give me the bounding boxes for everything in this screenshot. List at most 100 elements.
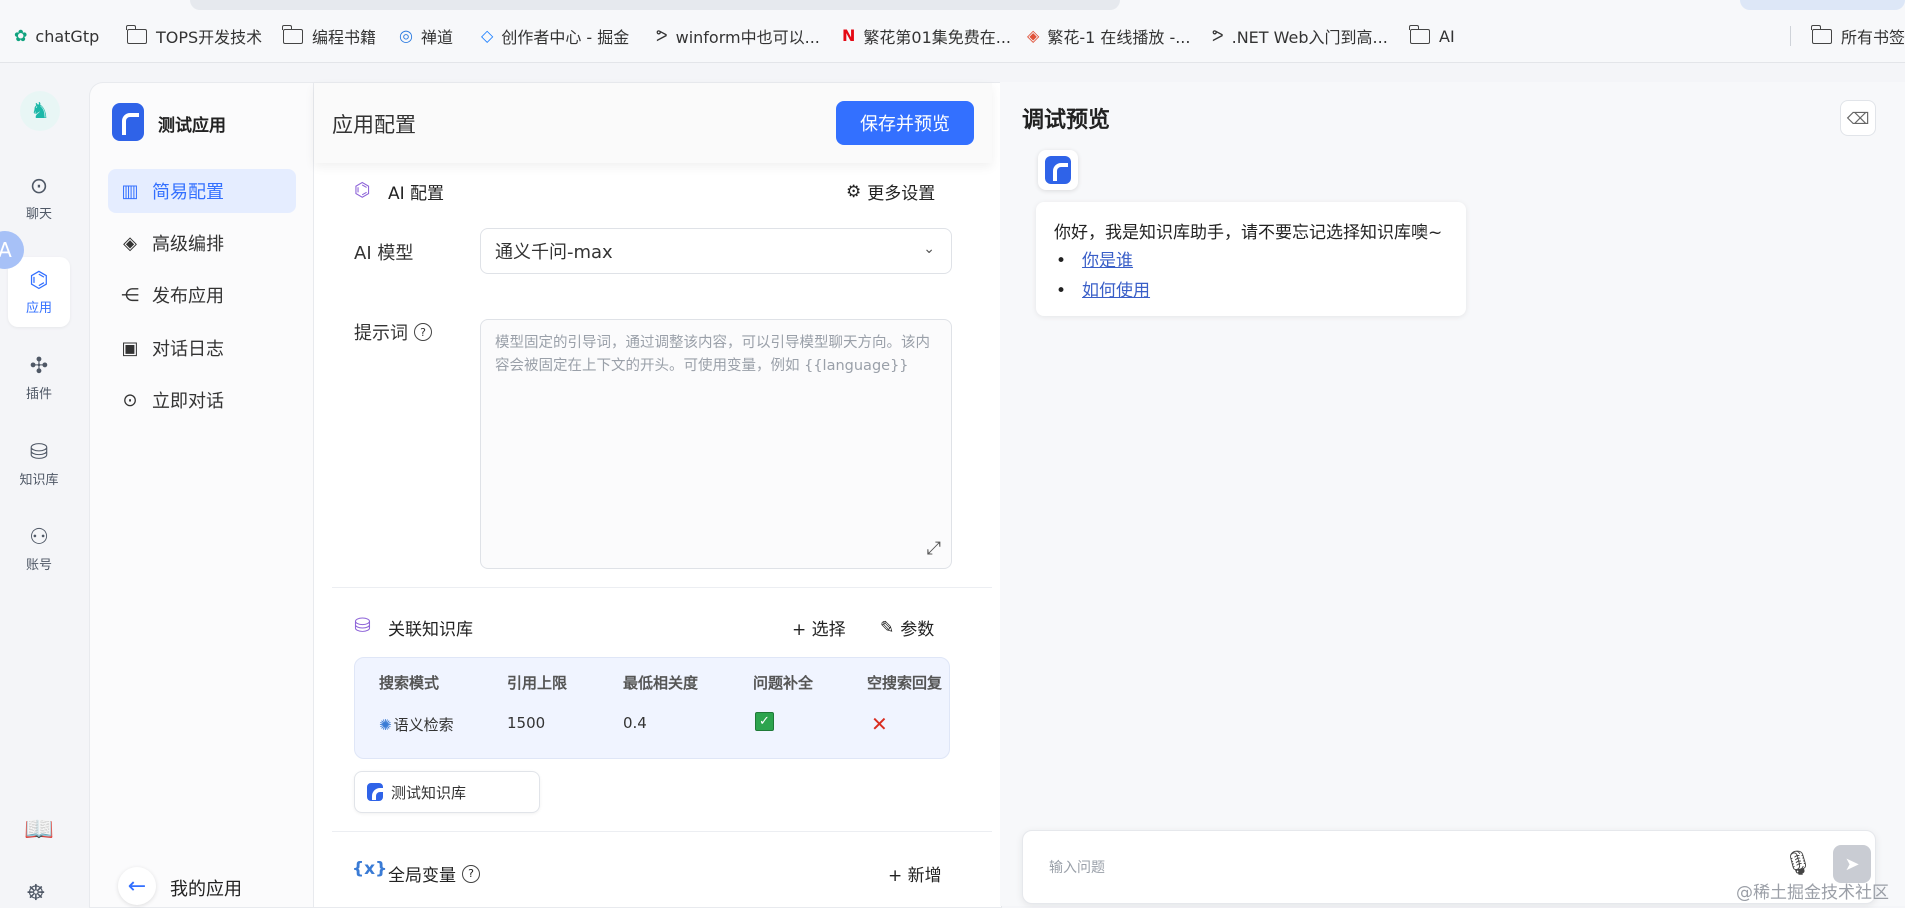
ai-model-select[interactable]: 通义千问-max ⌄ xyxy=(480,228,952,274)
suggestion-2[interactable]: • 如何使用 xyxy=(1056,276,1150,301)
add-variable-button[interactable]: + 新增 xyxy=(888,861,942,886)
config-header: 应用配置 保存并预览 xyxy=(314,83,992,163)
csdn-icon: ᕗ xyxy=(656,26,668,45)
chatgpt-icon: ✿ xyxy=(14,26,28,45)
app-logo-icon xyxy=(112,103,144,141)
bookmark-dotnet[interactable]: ᕗ .NET Web入门到高... xyxy=(1212,24,1388,48)
semantic-search-icon: ✺ xyxy=(379,715,392,734)
linked-kb-card[interactable]: 测试知识库 xyxy=(354,771,540,813)
kb-section-title: 关联知识库 xyxy=(388,620,473,640)
database-icon: ⛁ xyxy=(29,439,49,465)
chat-input-placeholder: 输入问题 xyxy=(1049,860,1105,876)
bookmark-juejin[interactable]: ◇ 创作者中心 - 掘金 xyxy=(481,24,629,48)
global-sidebar: ♞ ⊙ 聊天 ⌬ 应用 A ✣ 插件 ⛁ 知识库 ⚇ 账号 📖 ☸ xyxy=(0,63,80,906)
bookmarks-bar: ✿ chatGtp TOPS开发技术 编程书籍 ◎ 禅道 ◇ 创作者中心 - 掘… xyxy=(0,0,1905,63)
cell-quote-limit: 1500 xyxy=(507,714,546,732)
bookmark-winform[interactable]: ᕗ winform中也可以... xyxy=(656,24,820,48)
bot-avatar xyxy=(1038,150,1078,190)
robot-icon: ⌬ xyxy=(354,179,371,201)
suggestion-1[interactable]: • 你是谁 xyxy=(1056,246,1133,271)
more-settings-button[interactable]: ⚙ 更多设置 xyxy=(846,179,935,205)
bookmark-zentao[interactable]: ◎ 禅道 xyxy=(399,24,453,48)
bookmark-fanhua-2[interactable]: ◈ 繁花-1 在线播放 -... xyxy=(1027,24,1190,48)
kb-params-button[interactable]: ✎ 参数 xyxy=(880,615,934,641)
robot-icon: ⌬ xyxy=(29,267,49,293)
bookmark-chatgtp[interactable]: ✿ chatGtp xyxy=(14,24,99,48)
app-nav-panel: 测试应用 ▥ 简易配置 ◈ 高级编排 ⋲ 发布应用 ▣ 对话日志 ⊙ 立即对话 … xyxy=(89,82,314,908)
clear-chat-icon[interactable]: ⌫ xyxy=(1840,100,1876,136)
csdn-icon: ᕗ xyxy=(1212,26,1224,45)
watermark: @稀土掘金技术社区 xyxy=(1736,883,1889,903)
cell-search-mode: ✺ 语义检索 xyxy=(379,715,454,735)
layers-icon: ◈ xyxy=(123,232,137,254)
microphone-icon[interactable]: 🎙 xyxy=(1783,849,1813,877)
prompt-label: 提示词 ? xyxy=(354,319,432,345)
config-panel: 应用配置 保存并预览 ⌬ AI 配置 ⚙ 更多设置 AI 模型 通义千问-max… xyxy=(313,82,1002,908)
check-icon: ✓ xyxy=(755,712,774,731)
user-icon: ⚇ xyxy=(29,524,49,550)
book-icon[interactable]: 📖 xyxy=(24,815,54,843)
bookmark-fanhua-1[interactable]: N 繁花第01集免费在... xyxy=(842,24,1011,48)
database-icon: ⛁ xyxy=(354,613,371,637)
bot-logo-icon xyxy=(1045,156,1071,184)
rail-item-apps[interactable]: ⌬ 应用 xyxy=(8,257,70,327)
expand-icon[interactable]: ⤢ xyxy=(927,537,941,560)
puzzle-icon: ✣ xyxy=(29,353,49,379)
back-arrow-icon[interactable]: ← xyxy=(118,867,156,905)
kb-settings-table: 搜索模式 引用上限 最低相关度 问题补全 空搜索回复 ✺ 语义检索 1500 0… xyxy=(354,657,950,759)
nav-item-simple-config[interactable]: ▥ 简易配置 xyxy=(108,169,296,213)
folder-icon xyxy=(282,24,303,44)
kb-logo-icon xyxy=(367,783,383,801)
juejin-icon: ◇ xyxy=(481,26,494,45)
app-name: 测试应用 xyxy=(158,116,226,136)
cell-min-relevance: 0.4 xyxy=(623,714,647,732)
github-icon[interactable]: ☸ xyxy=(26,881,46,906)
bookmark-tops[interactable]: TOPS开发技术 xyxy=(126,24,262,48)
rail-item-chat[interactable]: ⊙ 聊天 xyxy=(8,163,70,233)
greeting-text: 你好，我是知识库助手，请不要忘记选择知识库噢~ xyxy=(1054,223,1443,243)
nav-item-chat-now[interactable]: ⊙ 立即对话 xyxy=(108,378,296,422)
col-quote-limit: 引用上限 xyxy=(507,674,568,692)
rail-item-knowledge[interactable]: ⛁ 知识库 xyxy=(8,429,70,499)
folder-icon xyxy=(126,24,147,44)
help-circle-icon[interactable]: ? xyxy=(462,864,480,883)
chevron-down-icon: ⌄ xyxy=(923,241,935,257)
ai-model-label: AI 模型 xyxy=(354,243,414,264)
bar-chart-icon: ▥ xyxy=(121,180,139,202)
calendar-icon: ▣ xyxy=(121,337,139,359)
bookmark-all[interactable]: 所有书签 xyxy=(1811,24,1905,48)
variable-icon: {x} xyxy=(352,859,388,879)
nav-item-publish[interactable]: ⋲ 发布应用 xyxy=(108,273,296,317)
section-divider xyxy=(332,831,992,832)
bookmark-ai[interactable]: AI xyxy=(1409,24,1455,48)
nav-item-chat-logs[interactable]: ▣ 对话日志 xyxy=(108,326,296,370)
browser-button-edge xyxy=(1740,0,1905,10)
edit-icon: ✎ xyxy=(880,617,895,638)
debug-preview-panel: 调试预览 ⌫ 你好，我是知识库助手，请不要忘记选择知识库噢~ • 你是谁 • 如何使… xyxy=(1000,82,1905,906)
video-icon: ◈ xyxy=(1027,26,1040,45)
greeting-bubble: 你好，我是知识库助手，请不要忘记选择知识库噢~ • 你是谁 • 如何使用 xyxy=(1036,202,1466,316)
ai-config-title: AI 配置 xyxy=(388,184,445,204)
prompt-textarea[interactable]: 模型固定的引导词，通过调整该内容，可以引导模型聊天方向。该内容会被固定在上下文的… xyxy=(480,319,952,569)
select-kb-button[interactable]: + 选择 xyxy=(792,615,846,640)
page-title: 应用配置 xyxy=(332,113,416,137)
zentao-icon: ◎ xyxy=(399,26,413,45)
folder-icon xyxy=(1409,24,1430,44)
cross-icon: ✕ xyxy=(871,712,888,736)
chat-dots-icon: ⊙ xyxy=(122,389,138,411)
bookmark-separator xyxy=(1790,26,1791,46)
user-avatar[interactable]: ♞ xyxy=(20,91,60,131)
bookmark-books[interactable]: 编程书籍 xyxy=(282,24,376,48)
preview-title: 调试预览 xyxy=(1022,108,1111,133)
col-min-relevance: 最低相关度 xyxy=(623,674,699,692)
help-circle-icon[interactable]: ? xyxy=(414,323,432,341)
rail-item-account[interactable]: ⚇ 账号 xyxy=(8,514,70,584)
gear-icon: ⚙ xyxy=(846,181,862,202)
suggestion-link[interactable]: 你是谁 xyxy=(1082,251,1133,271)
rail-item-plugins[interactable]: ✣ 插件 xyxy=(8,343,70,413)
save-preview-button[interactable]: 保存并预览 xyxy=(836,101,974,145)
back-to-my-apps[interactable]: 我的应用 xyxy=(170,875,242,901)
nav-item-advanced-editor[interactable]: ◈ 高级编排 xyxy=(108,221,296,265)
suggestion-link[interactable]: 如何使用 xyxy=(1082,281,1150,301)
section-divider xyxy=(332,587,992,588)
